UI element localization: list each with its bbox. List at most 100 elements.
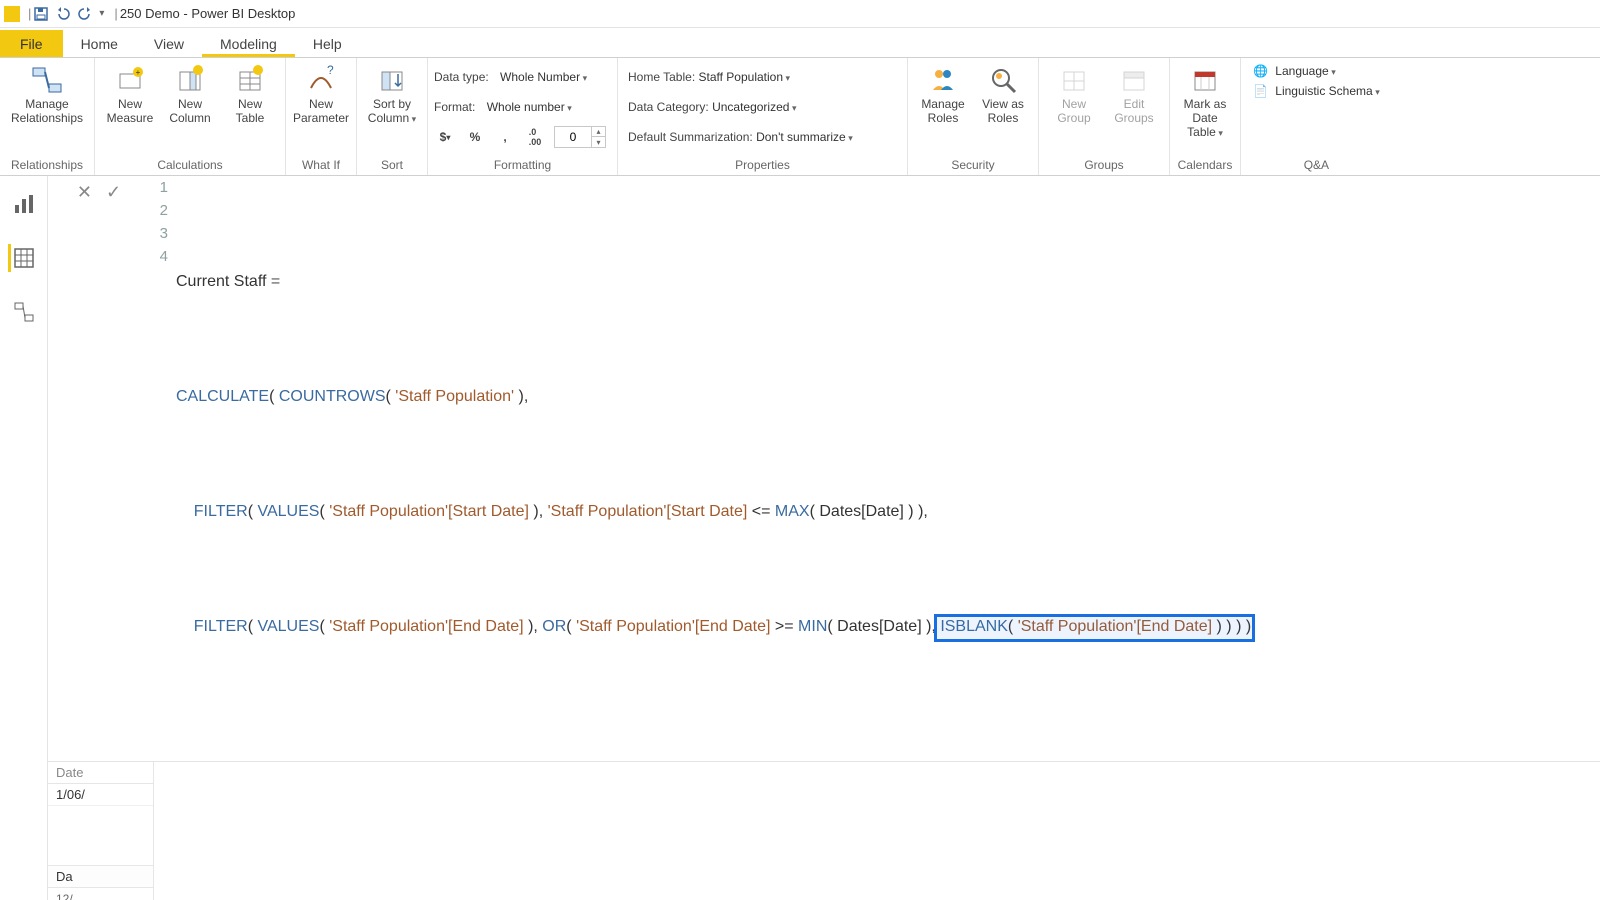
new-group-icon (1058, 64, 1090, 96)
view-switcher (0, 176, 48, 900)
default-summarization-dropdown[interactable]: Default Summarization: Don't summarize (628, 124, 897, 150)
manage-roles-icon (927, 64, 959, 96)
new-table-button[interactable]: New Table (221, 62, 279, 126)
schema-icon: 📄 (1253, 84, 1268, 98)
secondary-column-header[interactable]: Da (48, 866, 153, 888)
qat-divider-1: | (28, 6, 31, 21)
ribbon: Manage Relationships Relationships + New… (0, 58, 1600, 176)
new-parameter-button[interactable]: ? New Parameter (292, 62, 350, 126)
thousands-button[interactable]: , (494, 126, 516, 148)
new-column-button[interactable]: New Column (161, 62, 219, 126)
home-table-dropdown[interactable]: Home Table: Staff Population (628, 64, 897, 90)
formula-commit-button[interactable]: ✓ (106, 182, 121, 203)
ribbon-group-qna: 🌐 Language 📄 Linguistic Schema Q&A (1241, 58, 1392, 175)
data-grid-leftcol: Date 1/06/ Da 12/13/14/15/16/17/18/19/20… (48, 762, 154, 900)
quick-access-toolbar: ▾ (33, 6, 104, 22)
edit-groups-icon (1118, 64, 1150, 96)
line-number: 1 (150, 176, 168, 199)
tab-home[interactable]: Home (63, 30, 136, 57)
formula-highlight (934, 614, 1255, 642)
view-as-roles-button[interactable]: View as Roles (974, 62, 1032, 126)
titlebar: | ▾ | 250 Demo - Power BI Desktop (0, 0, 1600, 28)
ribbon-group-calendars: Mark as Date Table Calendars (1170, 58, 1241, 175)
linguistic-schema-dropdown[interactable]: 📄 Linguistic Schema (1253, 84, 1380, 98)
decimal-spin-down[interactable]: ▾ (591, 137, 605, 147)
table-icon (234, 64, 266, 96)
manage-roles-button[interactable]: Manage Roles (914, 62, 972, 126)
ribbon-group-security: Manage Roles View as Roles Security (908, 58, 1039, 175)
ribbon-group-formatting: Data type: Whole Number Format: Whole nu… (428, 58, 618, 175)
language-dropdown[interactable]: 🌐 Language (1253, 64, 1380, 78)
parameter-icon: ? (305, 64, 337, 96)
view-as-icon (987, 64, 1019, 96)
sort-by-column-button[interactable]: Sort by Column (363, 62, 421, 126)
new-measure-button[interactable]: + New Measure (101, 62, 159, 126)
decimal-places-input[interactable]: ▴ ▾ (554, 126, 606, 148)
formula-editor[interactable]: 1 Current Staff = 2 CALCULATE( COUNTROWS… (150, 176, 1600, 761)
tab-view[interactable]: View (136, 30, 202, 57)
sort-icon (376, 64, 408, 96)
ribbon-group-properties: Home Table: Staff Population Data Catego… (618, 58, 908, 175)
app-icon (4, 6, 20, 22)
line-number: 2 (150, 199, 168, 222)
svg-text:+: + (136, 68, 141, 77)
group-label-formatting: Formatting (434, 156, 611, 175)
qat-divider-2: | (114, 6, 117, 21)
ribbon-group-whatif: ? New Parameter What If (286, 58, 357, 175)
decimal-spin-up[interactable]: ▴ (591, 127, 605, 137)
datatype-dropdown[interactable]: Data type: Whole Number (434, 64, 611, 90)
report-view-button[interactable] (10, 190, 38, 218)
manage-relationships-button[interactable]: Manage Relationships (6, 62, 88, 126)
line-number: 4 (150, 245, 168, 268)
group-label-properties: Properties (624, 156, 901, 175)
formula-cancel-button[interactable]: ✕ (77, 182, 92, 203)
model-view-button[interactable] (10, 298, 38, 326)
group-label-security: Security (914, 156, 1032, 175)
group-label-whatif: What If (292, 156, 350, 175)
content-area: ✕ ✓ 1 Current Staff = 2 CALCULATE( COUNT… (48, 176, 1600, 900)
ribbon-group-groups: New Group Edit Groups Groups (1039, 58, 1170, 175)
group-label-qna: Q&A (1247, 156, 1386, 175)
percent-button[interactable]: % (464, 126, 486, 148)
tab-help[interactable]: Help (295, 30, 360, 57)
ribbon-group-sort: Sort by Column Sort (357, 58, 428, 175)
data-view-button[interactable] (8, 244, 36, 272)
undo-icon[interactable] (55, 6, 71, 22)
group-label-groups: Groups (1045, 156, 1163, 175)
format-dropdown[interactable]: Format: Whole number (434, 94, 611, 120)
ribbon-group-calculations: + New Measure New Column New Table Calcu… (95, 58, 286, 175)
formula-bar: ✕ ✓ 1 Current Staff = 2 CALCULATE( COUNT… (48, 176, 1600, 762)
decimal-icon: .0.00 (524, 126, 546, 148)
column-icon (174, 64, 206, 96)
decimal-places-field[interactable] (555, 130, 591, 144)
new-group-button[interactable]: New Group (1045, 62, 1103, 126)
redo-icon[interactable] (77, 6, 93, 22)
currency-button[interactable]: $ ▾ (434, 126, 456, 148)
qat-customize-icon[interactable]: ▾ (99, 8, 104, 19)
line-number: 3 (150, 222, 168, 245)
data-grid: Date 1/06/ Da 12/13/14/15/16/17/18/19/20… (48, 762, 1600, 900)
ribbon-tabs: File Home View Modeling Help (0, 28, 1600, 58)
window-title: 250 Demo - Power BI Desktop (120, 6, 296, 21)
measure-icon: + (114, 64, 146, 96)
group-label-sort: Sort (363, 156, 421, 175)
date-column-header[interactable]: Date (48, 762, 153, 784)
ribbon-group-relationships: Manage Relationships Relationships (0, 58, 95, 175)
table-row: 12/ (48, 888, 153, 900)
tab-file[interactable]: File (0, 30, 63, 57)
mark-date-table-button[interactable]: Mark as Date Table (1176, 62, 1234, 139)
group-label-relationships: Relationships (6, 156, 88, 175)
workspace: ✕ ✓ 1 Current Staff = 2 CALCULATE( COUNT… (0, 176, 1600, 900)
svg-text:?: ? (327, 64, 334, 77)
data-category-dropdown[interactable]: Data Category: Uncategorized (628, 94, 897, 120)
date-sample-value: 1/06/ (48, 784, 153, 806)
calendar-icon (1189, 64, 1221, 96)
edit-groups-button[interactable]: Edit Groups (1105, 62, 1163, 126)
save-icon[interactable] (33, 6, 49, 22)
data-grid-main[interactable] (154, 762, 1600, 900)
formula-actions: ✕ ✓ (48, 176, 150, 761)
group-label-calculations: Calculations (101, 156, 279, 175)
globe-icon: 🌐 (1253, 64, 1268, 78)
group-label-calendars: Calendars (1176, 156, 1234, 175)
tab-modeling[interactable]: Modeling (202, 30, 295, 57)
